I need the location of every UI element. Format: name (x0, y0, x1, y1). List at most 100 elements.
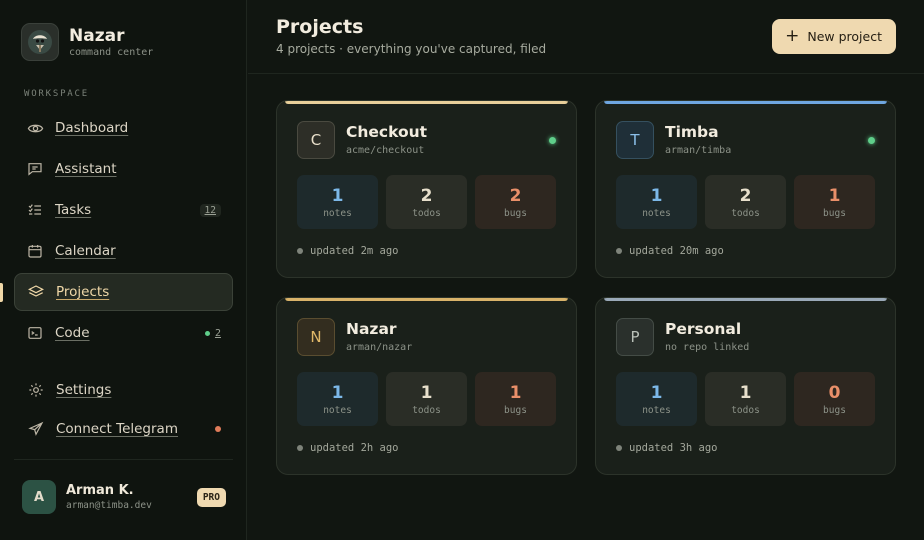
project-name: Nazar (346, 320, 397, 338)
status-dot (549, 137, 556, 144)
todos-count: 2 (739, 185, 752, 206)
chat-icon (26, 160, 44, 178)
todos-label: todos (412, 207, 441, 219)
send-icon (27, 420, 45, 438)
sidebar-item-settings[interactable]: Settings (14, 371, 233, 409)
brand[interactable]: Nazar command center (21, 23, 153, 61)
tasks-count-badge: 12 (199, 203, 221, 217)
sidebar-item-tasks[interactable]: Tasks 12 (14, 191, 233, 229)
sidebar-item-label: Assistant (55, 161, 117, 177)
sidebar-item-connect-telegram[interactable]: Connect Telegram (14, 410, 233, 448)
notes-count: 1 (650, 382, 663, 403)
section-label-workspace: WORKSPACE (24, 89, 89, 99)
calendar-icon (26, 242, 44, 260)
todos-stat[interactable]: 2 todos (705, 175, 786, 229)
notes-count: 1 (650, 185, 663, 206)
project-card-timba[interactable]: T Timba arman/timba 1 notes 2 todos 1 bugs … (595, 100, 896, 278)
divider (14, 459, 233, 460)
bugs-label: bugs (823, 404, 846, 416)
sidebar-item-code[interactable]: Code 2 (14, 314, 233, 352)
code-status-badge: 2 (204, 327, 221, 339)
card-accent (604, 101, 887, 104)
project-name: Timba (665, 123, 719, 141)
bugs-count: 1 (509, 382, 522, 403)
notes-stat[interactable]: 1 notes (616, 372, 697, 426)
sidebar-item-calendar[interactable]: Calendar (14, 232, 233, 270)
terminal-icon (26, 324, 44, 342)
project-name: Personal (665, 320, 742, 338)
updated-time: updated 3h ago (616, 442, 718, 454)
code-count: 2 (214, 327, 221, 339)
project-card-nazar[interactable]: N Nazar arman/nazar 1 notes 1 todos 1 bugs … (276, 297, 577, 475)
project-letter: P (616, 318, 654, 356)
updated-text: updated 2h ago (310, 442, 399, 454)
project-repo: arman/timba (665, 145, 732, 156)
user-profile[interactable]: A Arman K. arman@timba.dev PRO (22, 480, 226, 514)
project-card-personal[interactable]: P Personal no repo linked 1 notes 1 todos … (595, 297, 896, 475)
clock-dot-icon (297, 445, 303, 451)
bugs-stat[interactable]: 2 bugs (475, 175, 556, 229)
bugs-label: bugs (504, 404, 527, 416)
plus-icon: + (785, 26, 800, 46)
active-indicator (0, 283, 3, 302)
todos-label: todos (731, 404, 760, 416)
clock-dot-icon (297, 248, 303, 254)
project-letter: T (616, 121, 654, 159)
notes-stat[interactable]: 1 notes (297, 372, 378, 426)
brand-subtitle: command center (69, 46, 154, 58)
card-accent (285, 298, 568, 301)
avatar: A (22, 480, 56, 514)
updated-text: updated 2m ago (310, 245, 399, 257)
updated-time: updated 20m ago (616, 245, 724, 257)
tasks-icon (26, 201, 44, 219)
user-name: Arman K. (66, 482, 134, 498)
brand-name: Nazar (69, 25, 125, 46)
page-subtitle: 4 projects · everything you've captured,… (276, 42, 547, 56)
eye-icon (26, 119, 44, 137)
online-dot (204, 330, 210, 336)
status-dot (868, 137, 875, 144)
telegram-alert-dot (215, 426, 221, 432)
bugs-stat[interactable]: 1 bugs (475, 372, 556, 426)
todos-stat[interactable]: 1 todos (386, 372, 467, 426)
todos-stat[interactable]: 1 todos (705, 372, 786, 426)
sidebar-item-label: Tasks (55, 202, 92, 218)
plan-badge: PRO (196, 487, 226, 507)
bugs-count: 2 (509, 185, 522, 206)
new-project-label: New project (807, 29, 882, 44)
project-name: Checkout (346, 123, 428, 141)
project-letter: C (297, 121, 335, 159)
clock-dot-icon (616, 445, 622, 451)
sidebar-item-dashboard[interactable]: Dashboard (14, 109, 233, 147)
project-card-checkout[interactable]: C Checkout acme/checkout 1 notes 2 todos 2… (276, 100, 577, 278)
todos-count: 2 (420, 185, 433, 206)
notes-stat[interactable]: 1 notes (297, 175, 378, 229)
bugs-count: 1 (828, 185, 841, 206)
card-accent (285, 101, 568, 104)
sidebar-item-projects[interactable]: Projects (14, 273, 233, 311)
todos-stat[interactable]: 2 todos (386, 175, 467, 229)
bugs-stat[interactable]: 1 bugs (794, 175, 875, 229)
clock-dot-icon (616, 248, 622, 254)
sidebar-item-label: Dashboard (55, 120, 129, 136)
sidebar-item-assistant[interactable]: Assistant (14, 150, 233, 188)
logo-icon (21, 23, 59, 61)
gear-icon (27, 381, 45, 399)
sidebar-item-label: Code (55, 325, 90, 341)
notes-stat[interactable]: 1 notes (616, 175, 697, 229)
sidebar-item-label: Calendar (55, 243, 116, 259)
notes-label: notes (323, 404, 352, 416)
bugs-label: bugs (504, 207, 527, 219)
sidebar-item-label: Projects (56, 284, 110, 300)
new-project-button[interactable]: + New project (772, 19, 896, 54)
updated-time: updated 2m ago (297, 245, 399, 257)
sidebar: Nazar command center WORKSPACE Dashboard… (0, 0, 247, 540)
updated-text: updated 3h ago (629, 442, 718, 454)
layers-icon (27, 283, 45, 301)
todos-label: todos (412, 404, 441, 416)
todos-count: 1 (739, 382, 752, 403)
todos-label: todos (731, 207, 760, 219)
page-title: Projects (276, 16, 364, 38)
project-repo: acme/checkout (346, 145, 425, 156)
bugs-stat[interactable]: 0 bugs (794, 372, 875, 426)
